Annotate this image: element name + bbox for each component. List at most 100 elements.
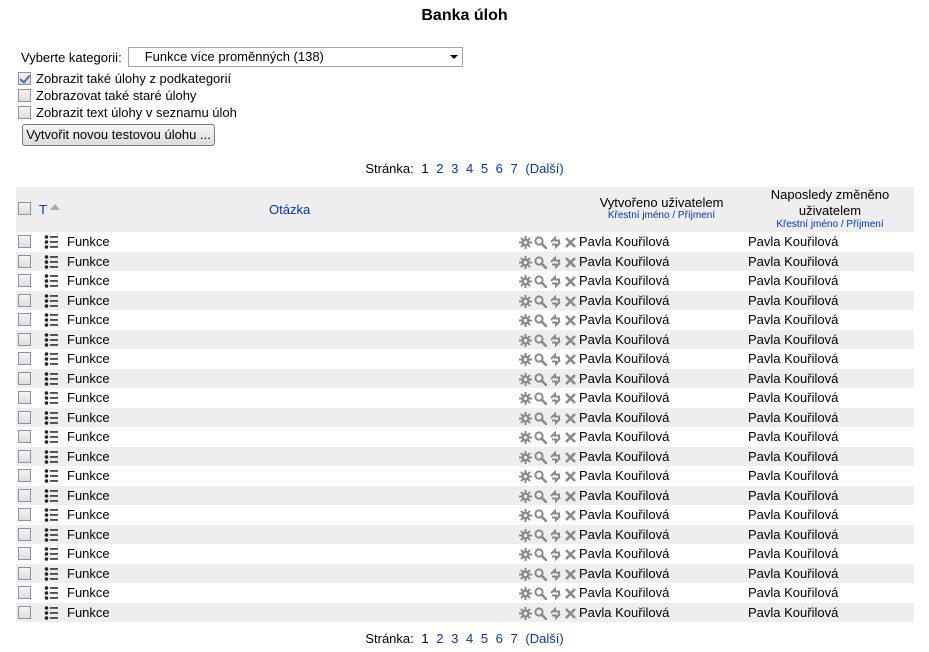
row-checkbox[interactable] — [18, 332, 31, 346]
gear-icon[interactable] — [519, 411, 532, 425]
preview-icon[interactable] — [534, 255, 548, 269]
pager-page[interactable]: 6 — [496, 161, 503, 176]
move-icon[interactable] — [549, 313, 562, 328]
delete-icon[interactable] — [564, 236, 577, 249]
preview-icon[interactable] — [534, 567, 548, 581]
preview-icon[interactable] — [534, 587, 548, 601]
delete-icon[interactable] — [564, 295, 577, 308]
row-checkbox[interactable] — [18, 391, 31, 404]
option-subcategories[interactable]: Zobrazit také úlohy z podkategorií — [18, 70, 231, 86]
modified-sort-firstname[interactable]: Křestní jméno — [776, 219, 838, 230]
delete-icon[interactable] — [564, 256, 577, 269]
delete-icon[interactable] — [564, 412, 577, 425]
pager-page[interactable]: 5 — [481, 161, 488, 176]
delete-icon[interactable] — [564, 548, 577, 561]
delete-icon[interactable] — [564, 275, 577, 288]
pager-page[interactable]: 5 — [481, 631, 488, 646]
row-checkbox[interactable] — [18, 508, 31, 521]
preview-icon[interactable] — [534, 275, 548, 289]
gear-icon[interactable] — [519, 431, 532, 444]
gear-icon[interactable] — [519, 509, 532, 522]
move-icon[interactable] — [549, 469, 562, 484]
preview-icon[interactable] — [534, 372, 548, 386]
delete-icon[interactable] — [564, 314, 577, 327]
delete-icon[interactable] — [564, 490, 577, 503]
move-icon[interactable] — [549, 294, 562, 308]
move-icon[interactable] — [549, 411, 562, 425]
move-icon[interactable] — [549, 333, 562, 347]
gear-icon[interactable] — [519, 392, 532, 405]
preview-icon[interactable] — [534, 314, 548, 328]
row-checkbox[interactable] — [18, 293, 31, 307]
gear-icon[interactable] — [519, 450, 532, 464]
delete-icon[interactable] — [564, 587, 577, 600]
row-checkbox[interactable] — [18, 235, 31, 248]
preview-icon[interactable] — [534, 470, 548, 484]
preview-icon[interactable] — [534, 333, 548, 347]
row-checkbox[interactable] — [18, 274, 31, 287]
select-all-checkbox[interactable] — [18, 202, 31, 215]
subcategories-checkbox[interactable] — [18, 71, 31, 85]
pager-page[interactable]: 3 — [451, 631, 458, 646]
move-icon[interactable] — [549, 567, 562, 581]
move-icon[interactable] — [549, 391, 562, 406]
delete-icon[interactable] — [564, 509, 577, 522]
row-checkbox[interactable] — [18, 527, 31, 541]
old-questions-checkbox[interactable] — [18, 88, 31, 102]
row-checkbox[interactable] — [18, 430, 31, 443]
row-checkbox[interactable] — [18, 313, 31, 326]
sort-type-link[interactable]: T — [39, 202, 61, 217]
delete-icon[interactable] — [564, 431, 577, 444]
move-icon[interactable] — [549, 274, 562, 289]
preview-icon[interactable] — [534, 489, 548, 503]
gear-icon[interactable] — [519, 353, 532, 366]
modified-sort-lastname[interactable]: Příjmení — [846, 219, 883, 230]
move-icon[interactable] — [549, 489, 562, 503]
row-checkbox[interactable] — [18, 547, 31, 560]
row-checkbox[interactable] — [18, 449, 31, 463]
delete-icon[interactable] — [564, 451, 577, 464]
gear-icon[interactable] — [519, 294, 532, 308]
gear-icon[interactable] — [519, 606, 532, 620]
pager-page[interactable]: 4 — [466, 161, 473, 176]
gear-icon[interactable] — [519, 275, 532, 288]
category-select[interactable]: Funkce více proměnných (138) — [127, 47, 463, 67]
gear-icon[interactable] — [519, 333, 532, 347]
gear-icon[interactable] — [519, 587, 532, 600]
gear-icon[interactable] — [519, 489, 532, 503]
row-checkbox[interactable] — [18, 586, 31, 599]
delete-icon[interactable] — [564, 607, 577, 620]
move-icon[interactable] — [549, 235, 562, 250]
gear-icon[interactable] — [519, 314, 532, 327]
created-sort-lastname[interactable]: Příjmení — [678, 210, 715, 221]
preview-icon[interactable] — [534, 509, 548, 523]
pager-next[interactable]: (Další) — [525, 161, 563, 176]
row-checkbox[interactable] — [18, 469, 31, 482]
delete-icon[interactable] — [564, 470, 577, 483]
pager-page[interactable]: 2 — [436, 161, 443, 176]
gear-icon[interactable] — [519, 528, 532, 542]
gear-icon[interactable] — [519, 548, 532, 561]
move-icon[interactable] — [549, 606, 562, 620]
preview-icon[interactable] — [534, 236, 548, 250]
preview-icon[interactable] — [534, 528, 548, 542]
row-checkbox[interactable] — [18, 605, 31, 619]
preview-icon[interactable] — [534, 606, 548, 620]
move-icon[interactable] — [549, 528, 562, 542]
delete-icon[interactable] — [564, 334, 577, 347]
gear-icon[interactable] — [519, 567, 532, 581]
pager-page[interactable]: 3 — [451, 161, 458, 176]
delete-icon[interactable] — [564, 529, 577, 542]
delete-icon[interactable] — [564, 373, 577, 386]
row-checkbox[interactable] — [18, 352, 31, 365]
row-checkbox[interactable] — [18, 566, 31, 580]
create-question-button[interactable]: Vytvořit novou testovou úlohu ... — [22, 124, 215, 146]
preview-icon[interactable] — [534, 548, 548, 562]
question-text-checkbox[interactable] — [18, 105, 31, 119]
row-checkbox[interactable] — [18, 254, 31, 268]
move-icon[interactable] — [549, 508, 562, 523]
pager-page[interactable]: 6 — [496, 631, 503, 646]
preview-icon[interactable] — [534, 353, 548, 367]
move-icon[interactable] — [549, 255, 562, 269]
pager-page[interactable]: 4 — [466, 631, 473, 646]
